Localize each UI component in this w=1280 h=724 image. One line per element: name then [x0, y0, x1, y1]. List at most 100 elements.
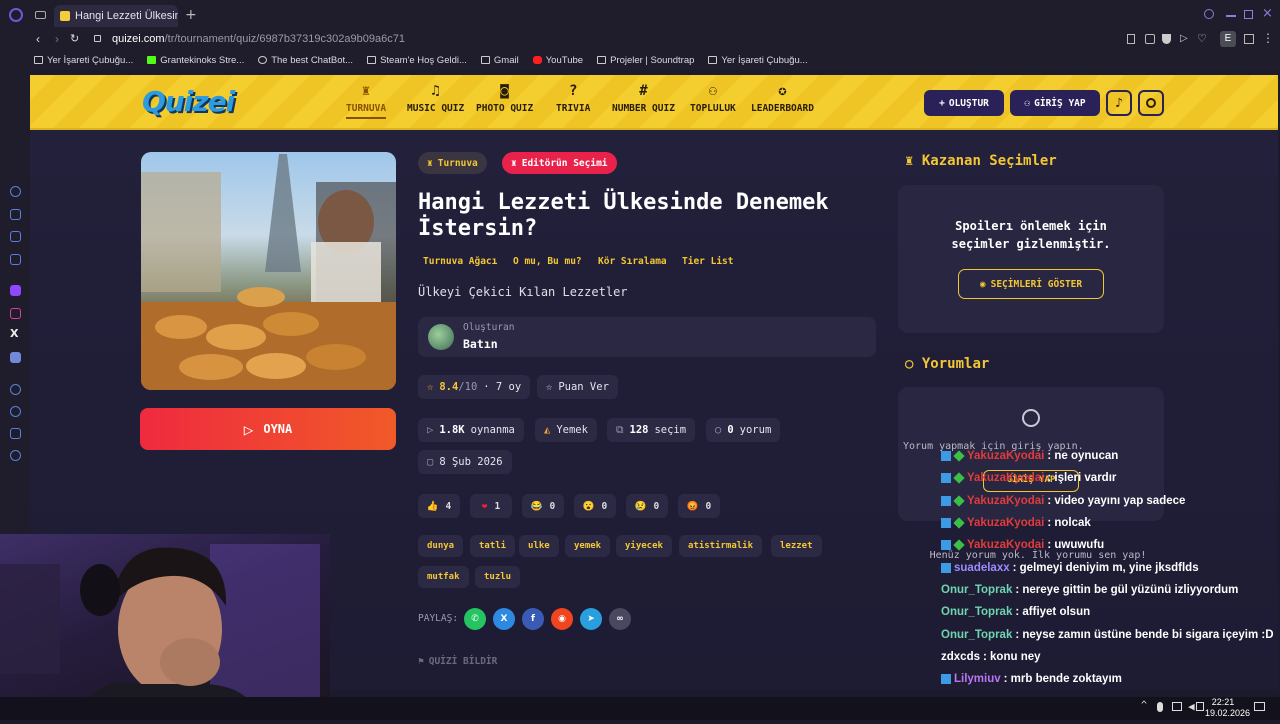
- chat-username[interactable]: Lilymiuv: [954, 673, 1001, 685]
- nav-photo-quiz[interactable]: ◙ PHOTO QUIZ: [476, 84, 533, 114]
- new-tab-icon[interactable]: +: [185, 7, 197, 23]
- reaction-angry[interactable]: 😡 0: [678, 494, 720, 518]
- rate-button[interactable]: ☆ Puan Ver: [537, 375, 618, 399]
- heart-icon[interactable]: ♡: [1197, 32, 1207, 45]
- minimize-icon[interactable]: [1226, 15, 1236, 17]
- microphone-icon[interactable]: [1157, 702, 1163, 712]
- chat-username[interactable]: Onur_Toprak: [941, 629, 1012, 641]
- url-field[interactable]: quizei.com/tr/tournament/quiz/6987b37319…: [112, 33, 405, 45]
- bookmark-item[interactable]: Yer İşareti Çubuğu...: [708, 55, 808, 66]
- keyword-tag[interactable]: lezzet: [771, 535, 822, 557]
- network-icon[interactable]: [1172, 702, 1182, 711]
- reaction-sad[interactable]: 😢 0: [626, 494, 668, 518]
- instagram-icon[interactable]: [10, 308, 21, 319]
- opera-logo-icon[interactable]: [9, 8, 23, 22]
- shield-icon[interactable]: [1162, 34, 1171, 44]
- reaction-love[interactable]: ❤ 1: [470, 494, 512, 518]
- nav-topluluk[interactable]: ⚇ TOPLULUK: [690, 84, 736, 114]
- messenger-icon[interactable]: [10, 254, 21, 265]
- create-button[interactable]: + OLUŞTUR: [924, 90, 1004, 116]
- flow-icon[interactable]: [10, 231, 21, 242]
- nav-turnuva[interactable]: ♜ TURNUVA: [346, 84, 386, 119]
- chat-username[interactable]: suadelaxx: [954, 562, 1010, 574]
- nav-trivia[interactable]: ? TRIVIA: [556, 84, 590, 114]
- back-icon[interactable]: ‹: [36, 32, 40, 46]
- telegram-share-icon[interactable]: ➤: [580, 608, 602, 630]
- keyword-tag[interactable]: tuzlu: [475, 566, 521, 588]
- reload-icon[interactable]: ↻: [70, 32, 79, 45]
- nav-leaderboard[interactable]: ✪ LEADERBOARD: [751, 84, 814, 114]
- quizei-logo[interactable]: Quizei: [142, 85, 235, 118]
- show-choices-button[interactable]: ◉ SEÇİMLERİ GÖSTER: [958, 269, 1104, 299]
- x-share-icon[interactable]: X: [493, 608, 515, 630]
- discord-icon[interactable]: [10, 352, 21, 363]
- bookmark-page-icon[interactable]: [1127, 34, 1135, 44]
- chat-username[interactable]: YakuzaKyodai: [967, 517, 1044, 529]
- chat-username[interactable]: YakuzaKyodai: [967, 450, 1044, 462]
- close-window-icon[interactable]: ×: [1262, 6, 1273, 21]
- chat-username[interactable]: Onur_Toprak: [941, 584, 1012, 596]
- speed-dial-icon[interactable]: [10, 186, 21, 197]
- reaction-wow[interactable]: 😮 0: [574, 494, 616, 518]
- keyword-tag[interactable]: tatli: [470, 535, 516, 557]
- chat-username[interactable]: YakuzaKyodai: [967, 495, 1044, 507]
- keyword-tag[interactable]: yemek: [565, 535, 611, 557]
- aria-icon[interactable]: [10, 209, 21, 220]
- reaction-laugh[interactable]: 😂 0: [522, 494, 564, 518]
- search-tabs-icon[interactable]: [1204, 9, 1214, 19]
- copy-link-icon[interactable]: ∞: [609, 608, 631, 630]
- extensions-icon[interactable]: [1244, 34, 1254, 44]
- twitch-icon[interactable]: [10, 285, 21, 296]
- bookmark-item[interactable]: YouTube: [532, 55, 583, 66]
- clock[interactable]: 22:21 19.02.2026: [1205, 697, 1250, 719]
- report-quiz-button[interactable]: ⚑ QUİZİ BİLDİR: [418, 656, 497, 667]
- nav-number-quiz[interactable]: # NUMBER QUIZ: [612, 84, 675, 114]
- tab-overview-icon[interactable]: [35, 11, 46, 19]
- maximize-icon[interactable]: [1244, 10, 1253, 19]
- bookmark-item[interactable]: Yer İşareti Çubuğu...: [34, 55, 133, 66]
- browser-tab[interactable]: Hangi Lezzeti Ülkesinde De ×: [54, 5, 178, 27]
- music-player-icon[interactable]: [10, 384, 21, 395]
- login-button[interactable]: ⚇ GİRİŞ YAP: [1010, 90, 1100, 116]
- history-icon[interactable]: [10, 406, 21, 417]
- keyword-tag[interactable]: dunya: [418, 535, 464, 557]
- mode-tag[interactable]: Kör Sıralama: [598, 256, 667, 267]
- keyword-tag[interactable]: ulke: [519, 535, 559, 557]
- pinboards-icon[interactable]: [10, 428, 21, 439]
- forward-icon[interactable]: ›: [55, 32, 59, 46]
- play-button[interactable]: ▷ OYNA: [140, 408, 396, 450]
- keyword-tag[interactable]: atistirmalik: [679, 535, 763, 557]
- keyword-tag[interactable]: mutfak: [418, 566, 469, 588]
- keyword-tag[interactable]: yiyecek: [616, 535, 672, 557]
- x-twitter-icon[interactable]: X: [10, 327, 18, 340]
- bookmark-item[interactable]: Gmail: [480, 55, 519, 66]
- menu-icon[interactable]: ⋮: [1262, 31, 1274, 45]
- language-icon[interactable]: [1196, 702, 1204, 711]
- notifications-button[interactable]: ♪: [1106, 90, 1132, 116]
- settings-icon[interactable]: [10, 450, 21, 461]
- chat-username[interactable]: zdxcds: [941, 651, 980, 663]
- facebook-share-icon[interactable]: f: [522, 608, 544, 630]
- mode-tag[interactable]: O mu, Bu mu?: [513, 256, 582, 267]
- mode-tag[interactable]: Tier List: [682, 256, 733, 267]
- reddit-share-icon[interactable]: ◉: [551, 608, 573, 630]
- bookmark-item[interactable]: Steam'e Hoş Geldi...: [367, 55, 467, 66]
- chat-username[interactable]: YakuzaKyodai: [967, 539, 1044, 551]
- bookmark-item[interactable]: Grantekinoks Stre...: [147, 55, 244, 66]
- search-button[interactable]: [1138, 90, 1164, 116]
- bookmark-item[interactable]: The best ChatBot...: [258, 55, 353, 66]
- notification-center-icon[interactable]: [1254, 702, 1265, 711]
- nav-music-quiz[interactable]: ♫ MUSIC QUIZ: [407, 84, 464, 114]
- chat-username[interactable]: Onur_Toprak: [941, 606, 1012, 618]
- profile-avatar[interactable]: E: [1220, 31, 1236, 47]
- tray-chevron-icon[interactable]: ^: [1141, 700, 1147, 711]
- speaker-icon[interactable]: ◀: [1188, 700, 1195, 713]
- whatsapp-share-icon[interactable]: ✆: [464, 608, 486, 630]
- mode-tag[interactable]: Turnuva Ağacı: [423, 256, 497, 267]
- snapshot-icon[interactable]: [1145, 34, 1155, 44]
- category-stat[interactable]: ◭ Yemek: [535, 418, 597, 442]
- reaction-like[interactable]: 👍 4: [418, 494, 460, 518]
- creator-card[interactable]: Oluşturan Batın: [418, 317, 876, 357]
- bookmark-item[interactable]: Projeler | Soundtrap: [597, 55, 694, 66]
- player-icon[interactable]: ▷: [1180, 33, 1188, 44]
